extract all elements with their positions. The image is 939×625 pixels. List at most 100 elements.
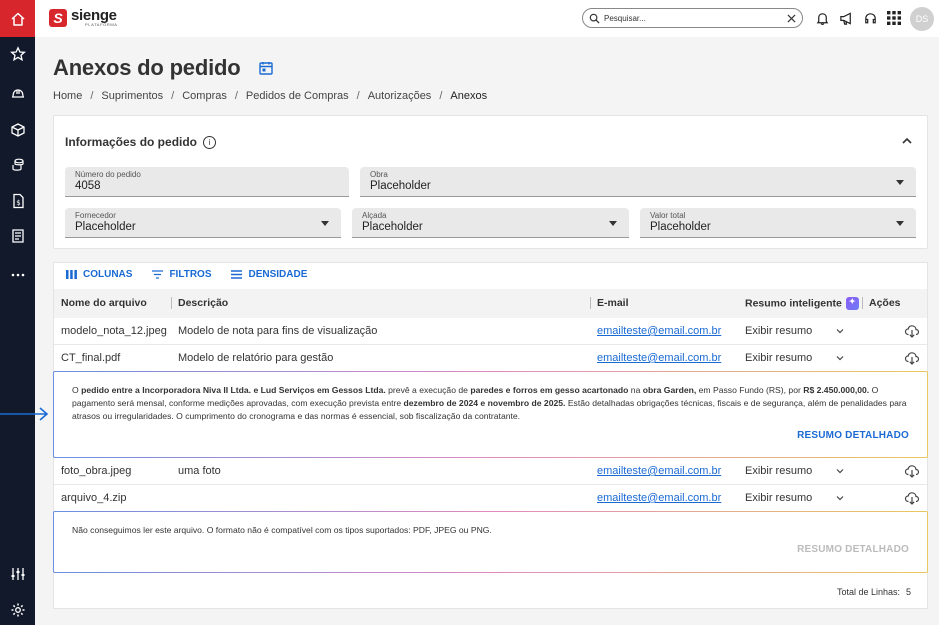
alcada-value: Placeholder: [362, 221, 423, 233]
dropdown-arrow-icon: [321, 221, 329, 226]
show-summary-select[interactable]: Exibir resumo: [745, 325, 812, 337]
filter-icon: [152, 270, 164, 279]
order-number-label: Número do pedido: [75, 170, 141, 179]
apps-button[interactable]: [885, 9, 903, 27]
header-email[interactable]: E-mail: [597, 297, 629, 309]
notifications-button[interactable]: [813, 9, 831, 27]
email-link[interactable]: emailteste@email.com.br: [597, 325, 721, 337]
header-actions: Ações: [869, 297, 901, 309]
total-rows-count: 5: [906, 587, 912, 597]
email-link[interactable]: emailteste@email.com.br: [597, 465, 721, 477]
reports-button[interactable]: [0, 224, 35, 248]
file-name: arquivo_4.zip: [61, 492, 127, 504]
fornecedor-select[interactable]: Fornecedor Placeholder: [65, 208, 341, 238]
breadcrumb-separator: /: [439, 90, 443, 102]
order-number-field[interactable]: Número do pedido 4058: [65, 167, 349, 197]
documents-button[interactable]: $: [0, 189, 35, 213]
search-icon: [589, 13, 600, 24]
order-info-card: Informações do pedido i Número do pedido…: [53, 115, 928, 249]
valor-total-label: Valor total: [650, 211, 686, 220]
home-button[interactable]: [0, 0, 35, 37]
obra-value: Placeholder: [370, 180, 431, 192]
alcada-label: Alçada: [362, 211, 387, 220]
logo-text: sienge: [71, 7, 117, 24]
cloud-download-icon[interactable]: [904, 350, 920, 366]
avatar[interactable]: DS: [910, 7, 934, 31]
chevron-up-icon[interactable]: [901, 135, 913, 147]
search-input[interactable]: [604, 13, 787, 23]
helmet-icon: [11, 89, 24, 98]
supplies-button[interactable]: [0, 118, 35, 142]
email-link[interactable]: emailteste@email.com.br: [597, 352, 721, 364]
table-footer: Total de Linhas: 5: [837, 587, 911, 597]
alcada-select[interactable]: Alçada Placeholder: [352, 208, 629, 238]
adjustments-button[interactable]: [0, 562, 35, 586]
detailed-summary-button[interactable]: RESUMO DETALHADO: [797, 430, 909, 441]
density-button[interactable]: DENSIDADE: [231, 269, 307, 280]
file-name: modelo_nota_12.jpeg: [61, 325, 167, 337]
column-divider[interactable]: [862, 297, 863, 309]
favorites-button[interactable]: [0, 42, 35, 66]
finance-button[interactable]: [0, 153, 35, 177]
columns-button[interactable]: COLUNAS: [66, 269, 132, 280]
breadcrumb-pedidos[interactable]: Pedidos de Compras: [246, 90, 349, 102]
support-button[interactable]: [861, 9, 879, 27]
document-money-icon: $: [12, 193, 24, 209]
column-divider[interactable]: [590, 297, 591, 309]
breadcrumb: Home / Suprimentos / Compras / Pedidos de C…: [53, 90, 487, 102]
summary-error-text: Não conseguimos ler este arquivo. O form…: [72, 525, 492, 535]
show-summary-select[interactable]: Exibir resumo: [745, 465, 812, 477]
headset-icon: [864, 12, 876, 23]
report-icon: [11, 229, 24, 243]
header-description[interactable]: Descrição: [178, 297, 228, 309]
breadcrumb-compras[interactable]: Compras: [182, 90, 227, 102]
chevron-down-icon[interactable]: [836, 467, 844, 475]
chevron-down-icon[interactable]: [836, 327, 844, 335]
filters-button[interactable]: FILTROS: [152, 269, 211, 280]
chevron-down-icon[interactable]: [836, 494, 844, 502]
filters-label: FILTROS: [169, 269, 212, 280]
breadcrumb-separator: /: [234, 90, 238, 102]
sienge-logo[interactable]: S sienge PLATAFORMA: [49, 8, 118, 27]
construction-button[interactable]: [0, 82, 35, 106]
star-icon: [9, 46, 26, 62]
page-title: Anexos do pedido: [53, 55, 241, 80]
show-summary-select[interactable]: Exibir resumo: [745, 492, 812, 504]
show-summary-select[interactable]: Exibir resumo: [745, 352, 812, 364]
announcements-button[interactable]: [837, 9, 855, 27]
megaphone-icon: [839, 11, 851, 25]
total-rows-label: Total de Linhas:: [837, 587, 901, 597]
valor-total-select[interactable]: Valor total Placeholder: [640, 208, 916, 238]
fornecedor-label: Fornecedor: [75, 211, 116, 220]
column-divider[interactable]: [171, 297, 172, 309]
email-link[interactable]: emailteste@email.com.br: [597, 492, 721, 504]
density-icon: [231, 270, 243, 279]
more-button[interactable]: [0, 263, 35, 287]
calendar-icon[interactable]: [259, 61, 273, 75]
search-box: [582, 8, 803, 28]
cloud-download-icon[interactable]: [904, 323, 920, 339]
obra-select[interactable]: Obra Placeholder: [360, 167, 916, 197]
home-icon: [10, 12, 25, 26]
breadcrumb-home[interactable]: Home: [53, 90, 82, 102]
grid-icon: [887, 11, 901, 25]
header-file-name[interactable]: Nome do arquivo: [61, 297, 147, 309]
table-row: arquivo_4.zip emailteste@email.com.br Ex…: [54, 485, 927, 512]
breadcrumb-autorizacoes[interactable]: Autorizações: [368, 90, 432, 102]
table-row: CT_final.pdf Modelo de relatório para ge…: [54, 345, 927, 372]
summary-panel: O pedido entre a Incorporadora Niva II L…: [53, 371, 928, 458]
info-icon[interactable]: i: [203, 135, 217, 149]
side-rail: $: [0, 0, 35, 625]
file-name: CT_final.pdf: [61, 352, 121, 364]
chevron-down-icon[interactable]: [836, 354, 844, 362]
valor-total-value: Placeholder: [650, 221, 711, 233]
arrow-right-icon: [0, 407, 49, 421]
settings-button[interactable]: [0, 598, 35, 622]
cloud-download-icon[interactable]: [904, 463, 920, 479]
summary-text: O pedido entre a Incorporadora Niva II L…: [72, 385, 907, 421]
breadcrumb-suprimentos[interactable]: Suprimentos: [101, 90, 163, 102]
header-smart-summary[interactable]: Resumo inteligente: [745, 297, 859, 310]
close-icon[interactable]: [787, 13, 796, 23]
cloud-download-icon[interactable]: [904, 490, 920, 506]
top-bar: S sienge PLATAFORMA DS: [35, 0, 939, 37]
